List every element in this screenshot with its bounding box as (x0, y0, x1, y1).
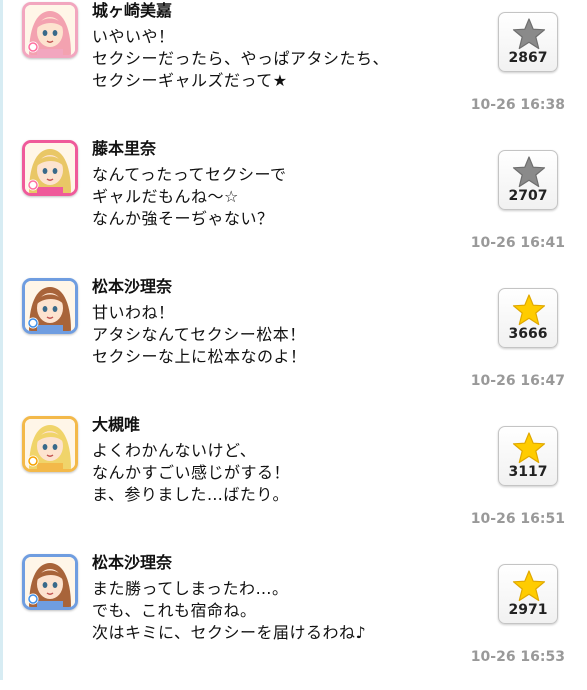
poster-name[interactable]: 大槻唯 (92, 414, 140, 436)
idol-avatar-icon[interactable] (22, 416, 78, 472)
idol-avatar-icon[interactable] (22, 278, 78, 334)
cool-attribute-icon (27, 317, 39, 329)
like-count: 2707 (508, 188, 548, 204)
like-button[interactable]: 3117 (498, 426, 558, 486)
like-button[interactable]: 2707 (498, 150, 558, 210)
star-icon (512, 432, 546, 464)
post-timestamp: 10-26 16:47 (470, 373, 565, 389)
poster-name[interactable]: 松本沙理奈 (92, 552, 172, 574)
poster-name[interactable]: 藤本里奈 (92, 138, 156, 160)
star-icon (512, 570, 546, 602)
message-line: なんかすごい感じがする！ (92, 463, 291, 482)
cool-attribute-icon (27, 593, 39, 605)
comment-post: 藤本里奈 なんてったってセクシーで ギャルだもんね～☆ なんか強そーぢゃない？ … (0, 138, 587, 276)
message-line: アタシなんてセクシー松本！ (92, 325, 306, 344)
comment-message: いやいや！ セクシーだったら、やっぱアタシたち、 セクシーギャルズだって★ (92, 26, 389, 92)
idol-avatar-icon[interactable] (22, 2, 78, 58)
message-line: また勝ってしまったわ…。 (92, 579, 289, 598)
post-timestamp: 10-26 16:38 (470, 97, 565, 113)
message-line: 次はキミに、セクシーを届けるわね♪ (92, 623, 367, 642)
star-icon (512, 156, 546, 188)
comment-message: 甘いわね！ アタシなんてセクシー松本！ セクシーな上に松本なのよ！ (92, 302, 307, 368)
comment-post: 松本沙理奈 また勝ってしまったわ…。 でも、これも宿命ね。 次はキミに、セクシー… (0, 552, 587, 690)
poster-name[interactable]: 松本沙理奈 (92, 276, 172, 298)
message-line: セクシーな上に松本なのよ！ (92, 347, 307, 366)
comment-message: よくわかんないけど、 なんかすごい感じがする！ ま、参りました…ばたり。 (92, 440, 290, 506)
message-line: でも、これも宿命ね。 (92, 601, 257, 620)
like-count: 2867 (508, 50, 548, 66)
message-line: いやいや！ (92, 27, 175, 46)
passion-attribute-icon (27, 455, 39, 467)
post-timestamp: 10-26 16:53 (470, 649, 565, 665)
message-line: セクシーだったら、やっぱアタシたち、 (92, 49, 390, 68)
poster-name[interactable]: 城ヶ崎美嘉 (92, 0, 172, 22)
star-icon (512, 294, 546, 326)
idol-avatar-icon[interactable] (22, 554, 78, 610)
message-line: 甘いわね！ (92, 303, 175, 322)
message-line: よくわかんないけど、 (92, 441, 257, 460)
comment-post: 松本沙理奈 甘いわね！ アタシなんてセクシー松本！ セクシーな上に松本なのよ！ … (0, 276, 587, 414)
like-count: 3117 (508, 464, 548, 480)
message-line: ギャルだもんね～☆ (92, 187, 239, 206)
comment-message: また勝ってしまったわ…。 でも、これも宿命ね。 次はキミに、セクシーを届けるわね… (92, 578, 366, 644)
like-count: 2971 (508, 602, 548, 618)
message-line: なんか強そーぢゃない？ (92, 209, 274, 228)
star-icon (512, 18, 546, 50)
comment-post: 城ヶ崎美嘉 いやいや！ セクシーだったら、やっぱアタシたち、 セクシーギャルズだ… (0, 0, 587, 138)
message-line: セクシーギャルズだって★ (92, 71, 288, 90)
post-timestamp: 10-26 16:41 (470, 235, 565, 251)
like-button[interactable]: 2867 (498, 12, 558, 72)
idol-avatar-icon[interactable] (22, 140, 78, 196)
like-button[interactable]: 2971 (498, 564, 558, 624)
like-count: 3666 (508, 326, 548, 342)
cute-attribute-icon (27, 41, 39, 53)
post-timestamp: 10-26 16:51 (470, 511, 565, 527)
comment-post: 大槻唯 よくわかんないけど、 なんかすごい感じがする！ ま、参りました…ばたり。… (0, 414, 587, 552)
cute-attribute-icon (27, 179, 39, 191)
message-line: ま、参りました…ばたり。 (92, 485, 290, 504)
like-button[interactable]: 3666 (498, 288, 558, 348)
message-line: なんてったってセクシーで (92, 165, 287, 184)
comment-message: なんてったってセクシーで ギャルだもんね～☆ なんか強そーぢゃない？ (92, 164, 286, 230)
